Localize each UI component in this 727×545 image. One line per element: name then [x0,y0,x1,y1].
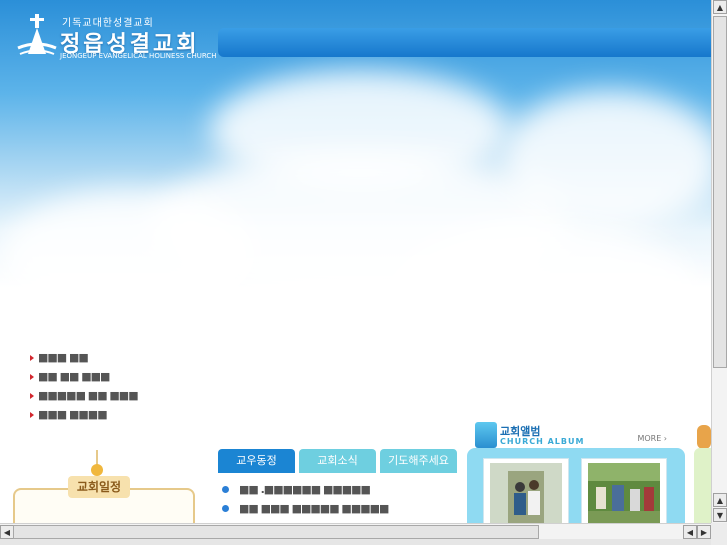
bullet-icon [222,505,229,512]
status-strip [0,539,711,545]
album-more-link[interactable]: MORE › [637,434,667,443]
cloud [380,220,700,380]
arrow-up-icon[interactable]: ▲ [713,0,727,14]
horizontal-scrollbar[interactable]: ◀ ◀ ▶ [0,523,711,540]
album-photo [588,463,660,523]
arrow-left-icon[interactable]: ◀ [0,525,14,539]
right-panel-edge [694,448,711,523]
logo-english: JEONGEUP EVANGELICAL HOLINESS CHURCH [60,52,217,60]
list-item[interactable]: ■■ ■■■ ■■■■■ ■■■■■ [222,499,389,518]
arrow-right-icon[interactable]: ▶ [697,525,711,539]
news-list: ■■ .■■■■■■ ■■■■■ ■■ ■■■ ■■■■■ ■■■■■ ■■ ■… [222,480,389,523]
side-link-item[interactable]: ■■■ ■■ [30,348,138,367]
arrow-down-icon[interactable]: ▼ [713,508,727,522]
side-link-label: ■■■ ■■ [38,351,89,364]
album-photo-frame[interactable] [483,458,569,523]
side-link-item[interactable]: ■■ ■■ ■■■ [30,367,138,386]
album-photo-frame[interactable] [581,458,667,523]
church-album: 교회앨범 CHURCH ALBUM MORE › [467,420,687,523]
arrow-left-icon[interactable]: ◀ [683,525,697,539]
album-body [467,448,685,523]
top-navigation-bar[interactable] [218,28,711,57]
album-more-label: MORE [637,434,662,443]
page: 기독교대한성결교회 정읍성결교회 JEONGEUP EVANGELICAL HO… [0,0,711,523]
church-logo[interactable]: 기독교대한성결교회 정읍성결교회 JEONGEUP EVANGELICAL HO… [12,12,217,62]
tab-member-news[interactable]: 교우동정 [218,449,295,473]
list-item[interactable]: ■■ .■■■■■■ ■■■■■ [222,480,388,499]
cloud [0,190,260,320]
side-link-label: ■■■■■ ■■ ■■■ [38,389,139,402]
bullet-icon [222,486,229,493]
board-tabs: 교우동정 교회소식 기도해주세요 [218,449,457,473]
side-link-item[interactable]: ■■■■■ ■■ ■■■ [30,386,139,405]
vertical-scrollbar[interactable]: ▲ ▲ ▼ [711,0,727,523]
side-link-list: ■■■ ■■ ■■ ■■ ■■■ ■■■■■ ■■ ■■■ ■■■ ■■■■ [30,348,139,424]
album-subtitle: CHURCH ALBUM [500,437,585,446]
album-photo [490,463,562,523]
calendar-title[interactable]: 교회일정 [68,476,130,498]
news-item-text: ■■ .■■■■■■ ■■■■■ [239,483,371,496]
arrow-right-icon [30,392,34,399]
chevron-right-icon: › [663,434,667,443]
side-link-label: ■■■ ■■■■ [38,408,108,421]
calendar-pin-icon [91,464,103,476]
vertical-scroll-thumb[interactable] [713,16,727,368]
album-icon [475,422,497,448]
album-header: 교회앨범 CHURCH ALBUM MORE › [475,422,687,450]
arrow-right-icon [30,354,34,361]
arrow-up-icon[interactable]: ▲ [713,493,727,507]
arrow-right-icon [30,411,34,418]
tab-church-news[interactable]: 교회소식 [299,449,376,473]
scrollbar-corner [711,523,727,545]
cloud [500,90,711,230]
news-item-text: ■■ ■■■ ■■■■■ ■■■■■ [239,502,389,515]
arrow-right-icon [30,373,34,380]
decoration-figure [697,425,711,449]
horizontal-scroll-thumb[interactable] [13,525,539,539]
side-link-label: ■■ ■■ ■■■ [38,370,110,383]
church-logo-icon [17,14,57,55]
tab-prayer-requests[interactable]: 기도해주세요 [380,449,457,473]
side-link-item[interactable]: ■■■ ■■■■ [30,405,138,424]
